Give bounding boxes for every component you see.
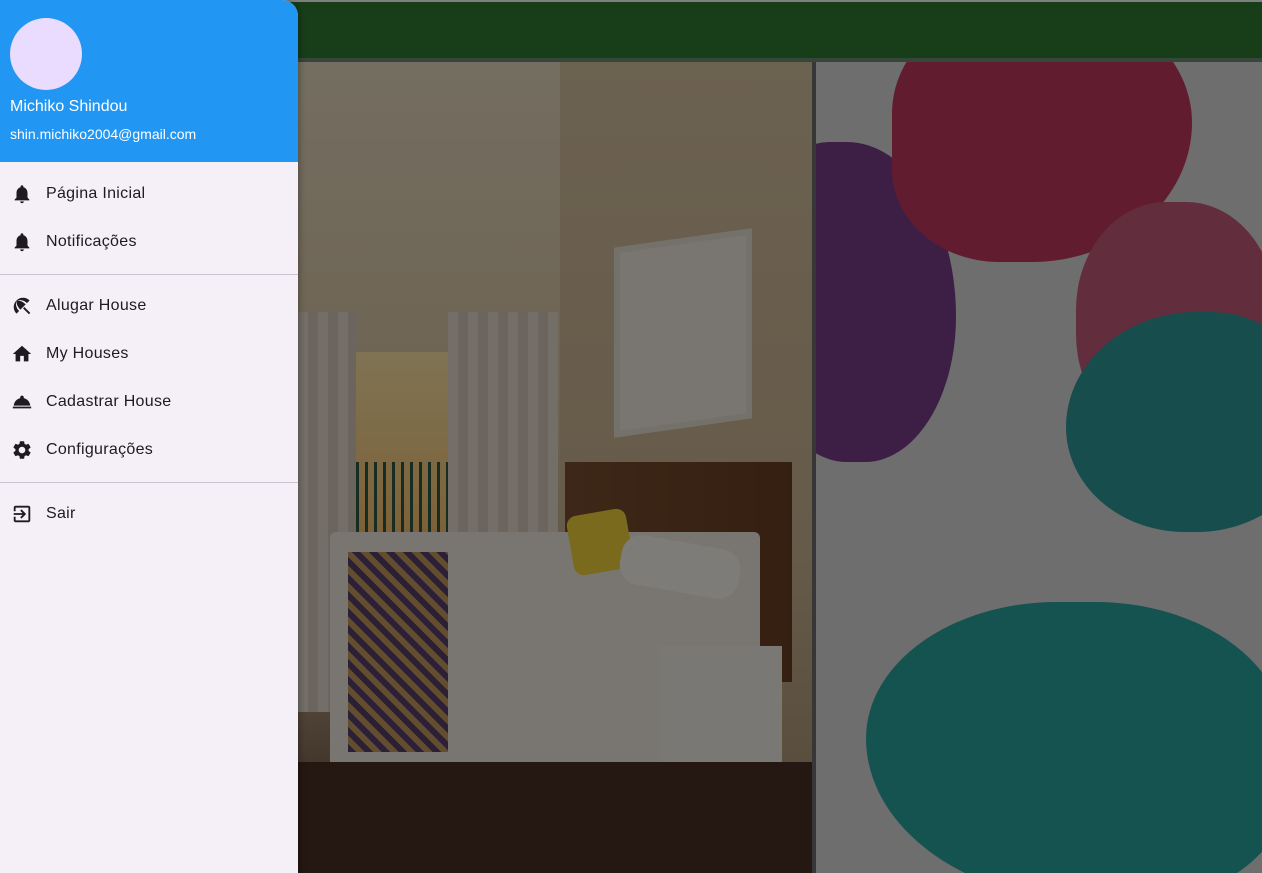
menu-divider — [0, 274, 298, 275]
menu-item-label: Cadastrar House — [46, 393, 172, 410]
user-email: shin.michiko2004@gmail.com — [10, 126, 197, 142]
drawer-header: Michiko Shindou shin.michiko2004@gmail.c… — [0, 0, 298, 162]
menu-item-label: Configurações — [46, 441, 154, 458]
menu-item-label: My Houses — [46, 345, 129, 362]
menu-item-configuracoes[interactable]: Configurações — [0, 426, 298, 474]
menu-item-label: Alugar House — [46, 297, 147, 314]
menu-item-my-houses[interactable]: My Houses — [0, 330, 298, 378]
bell-icon — [10, 182, 34, 206]
drawer-menu: Página Inicial Notificações Alugar House… — [0, 162, 298, 538]
menu-item-label: Página Inicial — [46, 185, 146, 202]
menu-item-cadastrar-house[interactable]: Cadastrar House — [0, 378, 298, 426]
user-name: Michiko Shindou — [10, 98, 128, 115]
menu-divider — [0, 482, 298, 483]
logout-icon — [10, 502, 34, 526]
navigation-drawer: Michiko Shindou shin.michiko2004@gmail.c… — [0, 0, 298, 873]
menu-item-pagina-inicial[interactable]: Página Inicial — [0, 170, 298, 218]
room-service-icon — [10, 390, 34, 414]
menu-item-sair[interactable]: Sair — [0, 490, 298, 538]
bell-icon — [10, 230, 34, 254]
avatar[interactable] — [10, 18, 82, 90]
menu-item-label: Notificações — [46, 233, 137, 250]
home-icon — [10, 342, 34, 366]
gear-icon — [10, 438, 34, 462]
menu-item-label: Sair — [46, 505, 76, 522]
menu-item-notificacoes[interactable]: Notificações — [0, 218, 298, 266]
menu-item-alugar-house[interactable]: Alugar House — [0, 282, 298, 330]
umbrella-icon — [10, 294, 34, 318]
